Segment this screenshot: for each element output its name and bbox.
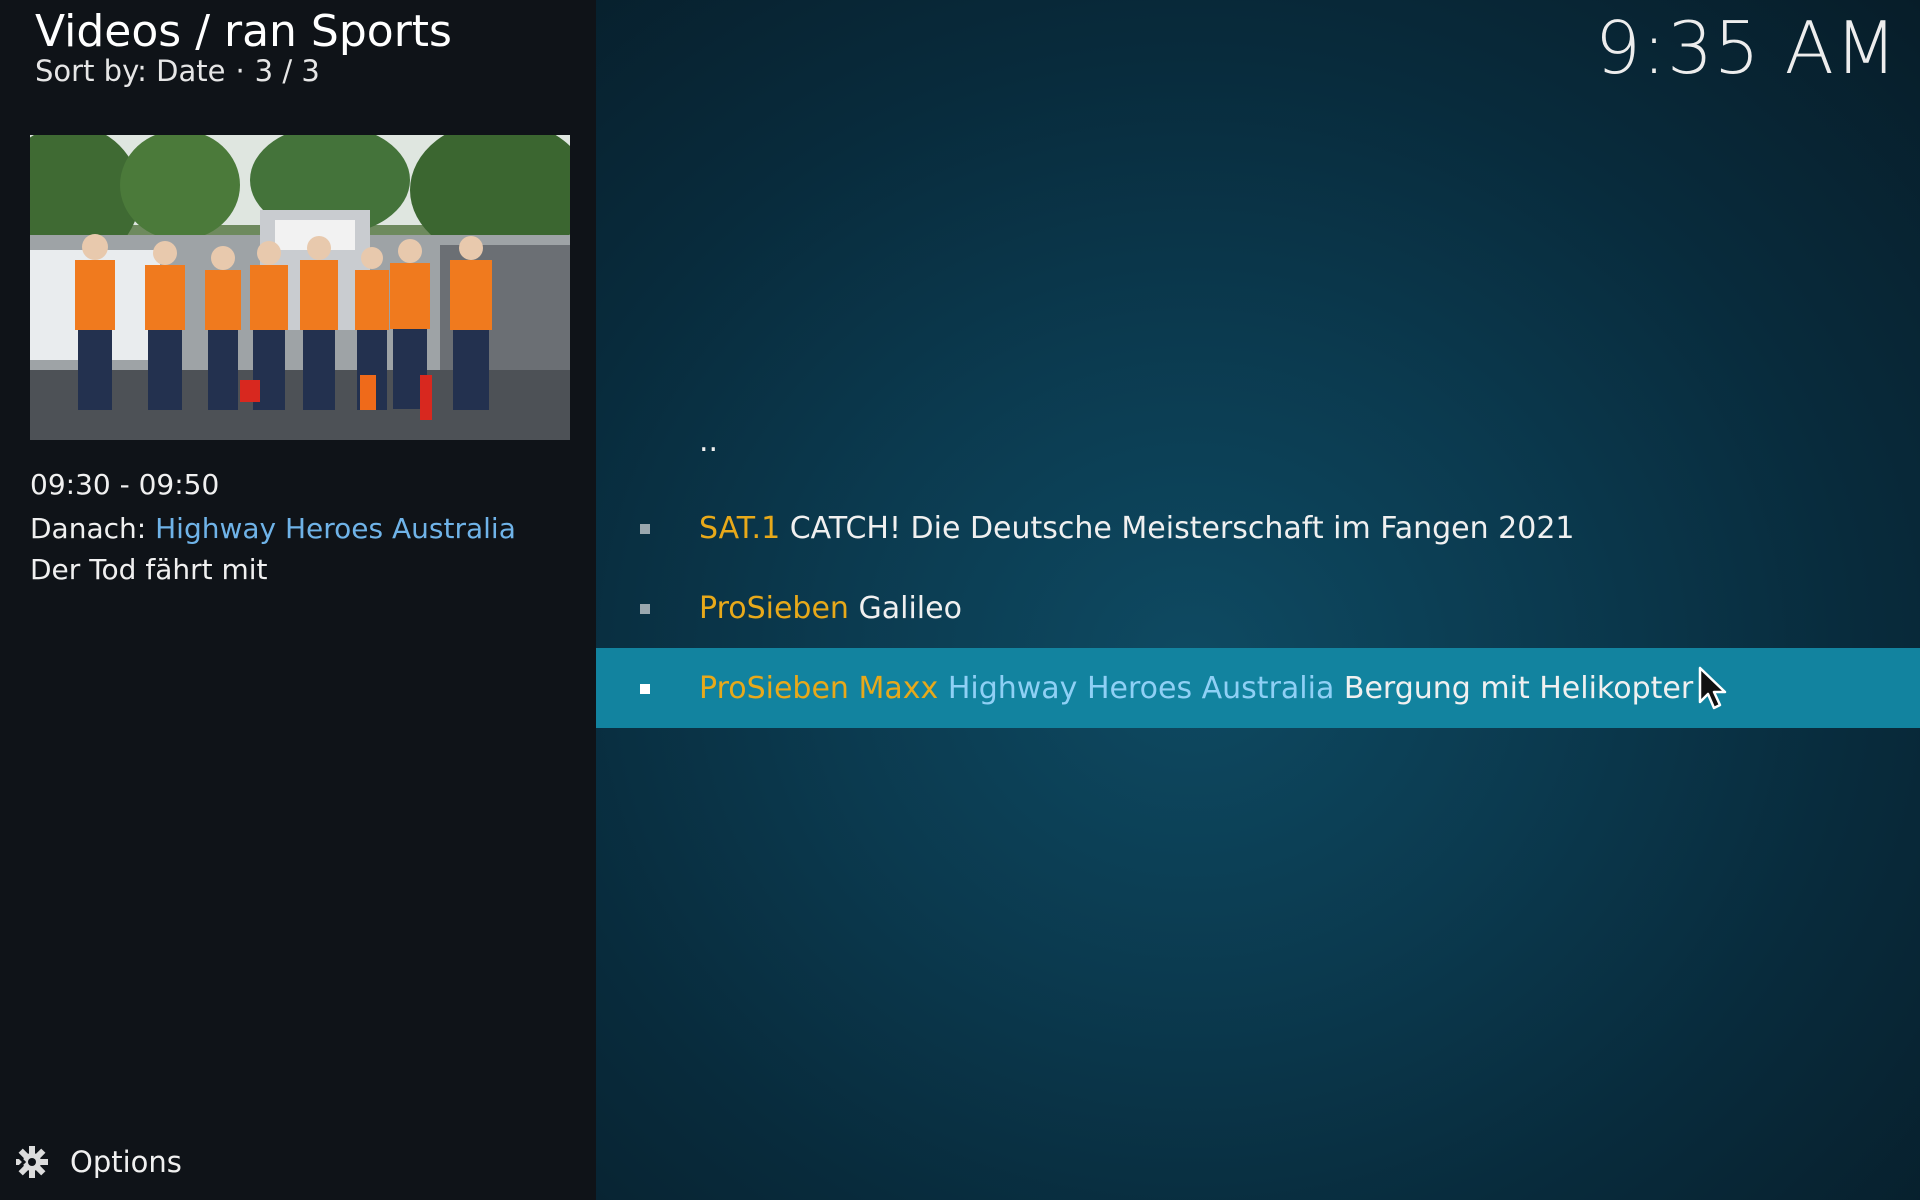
- list-item[interactable]: ProSieben Galileo: [596, 568, 1920, 648]
- options-label: Options: [70, 1145, 182, 1179]
- kodi-screen: Videos / ran Sports Sort by: Date · 3 / 3: [0, 0, 1920, 1200]
- channel-name: ProSieben: [699, 590, 849, 626]
- next-episode: Der Tod fährt mit: [30, 553, 268, 586]
- show-name: Highway Heroes Australia: [947, 670, 1335, 706]
- list-item-text: ProSieben Galileo: [699, 591, 962, 626]
- parent-folder-label: ..: [699, 424, 719, 459]
- program-title: Galileo: [858, 590, 962, 626]
- next-prefix: Danach:: [30, 512, 147, 545]
- channel-name: ProSieben Maxx: [699, 670, 939, 706]
- separator: ·: [235, 54, 245, 88]
- bullet-icon: [640, 524, 650, 534]
- page-title: Videos / ran Sports: [35, 6, 452, 57]
- sort-label: Sort by: Date: [35, 54, 226, 88]
- clock: 9:35 AM: [1595, 6, 1898, 90]
- thumbnail-image: [30, 135, 570, 440]
- item-position: 3 / 3: [254, 54, 320, 88]
- bullet-icon: [640, 684, 650, 694]
- gear-icon: [14, 1146, 48, 1178]
- mouse-pointer-icon: [1698, 666, 1727, 710]
- channel-name: SAT.1: [699, 510, 781, 546]
- bullet-icon: [640, 604, 650, 614]
- next-show: Highway Heroes Australia: [155, 512, 516, 545]
- program-title: CATCH! Die Deutsche Meisterschaft im Fan…: [789, 510, 1575, 546]
- list-item[interactable]: SAT.1 CATCH! Die Deutsche Meisterschaft …: [596, 488, 1920, 568]
- next-program: Danach: Highway Heroes Australia Der Tod…: [30, 508, 570, 590]
- airing-time: 09:30 - 09:50: [30, 468, 220, 501]
- list-item-text: SAT.1 CATCH! Die Deutsche Meisterschaft …: [699, 511, 1575, 546]
- sort-info: Sort by: Date · 3 / 3: [35, 54, 320, 88]
- list-panel: 9:35 AM .. SAT.1 CATCH! Die Deutsche Mei…: [596, 0, 1920, 1200]
- options-button[interactable]: Options: [12, 1140, 182, 1184]
- list-item-parent[interactable]: ..: [596, 408, 1920, 488]
- info-panel: Videos / ran Sports Sort by: Date · 3 / 3: [0, 0, 596, 1200]
- list-item-text: ProSieben Maxx Highway Heroes Australia …: [699, 671, 1693, 706]
- program-title: Bergung mit Helikopter: [1343, 670, 1694, 706]
